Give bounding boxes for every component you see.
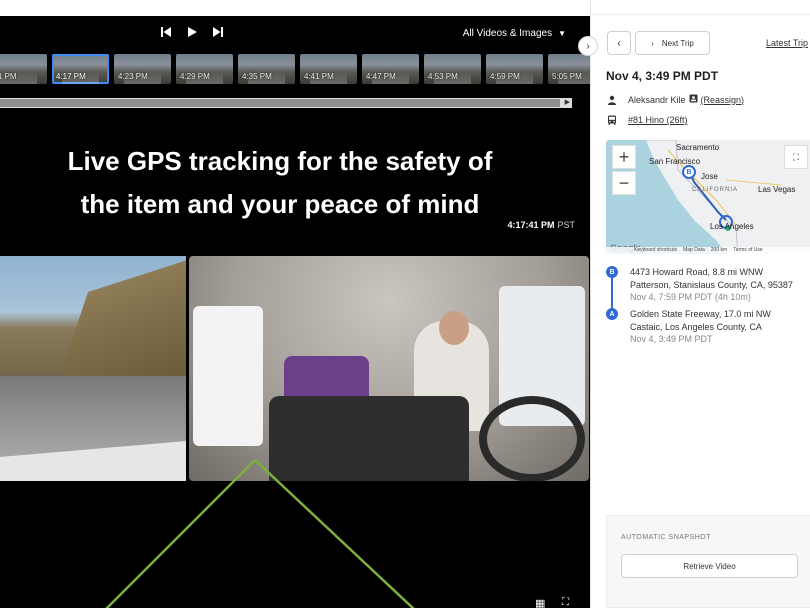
- chevron-left-icon: ‹: [617, 37, 621, 49]
- map-label-san-jose: Jose: [701, 172, 718, 181]
- stop-time: Nov 4, 3:49 PM PDT: [630, 334, 713, 344]
- map-footer: Keyboard shortcuts Map Data 200 km Terms…: [606, 247, 810, 254]
- collapse-panel-button[interactable]: ›: [578, 36, 598, 56]
- guide-line-left: [105, 459, 256, 608]
- video-thumbnail[interactable]: 4:17 PM: [52, 54, 109, 84]
- scrollbar-thumb[interactable]: [0, 99, 560, 107]
- trip-map[interactable]: Sacramento San Francisco B Jose CALIFORN…: [606, 140, 810, 254]
- trip-details-panel: ‹ › Next Trip Latest Trip Nov 4, 3:49 PM…: [590, 0, 810, 608]
- media-filter-dropdown[interactable]: All Videos & Images ▼: [463, 28, 566, 39]
- map-fullscreen-icon[interactable]: ⛶: [784, 145, 808, 169]
- thumbnail-time: 4:35 PM: [242, 72, 272, 81]
- stop-marker-a: A: [606, 308, 618, 320]
- thumbnail-time: 4:59 PM: [490, 72, 520, 81]
- stop-locality: Patterson, Stanislaus County, CA, 95387: [630, 279, 793, 290]
- map-label-california: CALIFORNIA: [692, 187, 739, 193]
- map-zoom-in-button[interactable]: +: [612, 145, 636, 169]
- skip-next-icon[interactable]: [210, 24, 226, 40]
- left-window: [193, 306, 263, 446]
- video-thumbnail[interactable]: 11 PM: [0, 54, 47, 84]
- video-thumbnail[interactable]: 4:29 PM: [176, 54, 233, 84]
- vehicle-link[interactable]: #81 Hino (26ft): [628, 115, 688, 125]
- cabin-camera-view[interactable]: [189, 256, 589, 481]
- seat-headrest: [269, 396, 469, 481]
- stop-time: Nov 4, 7:59 PM PDT (4h 10m): [630, 292, 751, 302]
- map-label-los-angeles: Los Angeles: [710, 222, 754, 231]
- next-trip-button[interactable]: › Next Trip: [635, 31, 710, 55]
- video-thumbnail[interactable]: 4:23 PM: [114, 54, 171, 84]
- thumbnail-strip: 11 PM 4:17 PM 4:23 PM 4:29 PM 4:35 PM 4:41 PM…: [0, 54, 590, 84]
- thumbnail-time: 4:17 PM: [56, 72, 86, 81]
- media-filter-label: All Videos & Images: [462, 28, 553, 39]
- map-canvas: [606, 140, 810, 254]
- stop-address: 4473 Howard Road, 8.8 mi WNW: [630, 267, 764, 277]
- thumbnail-time: 4:47 PM: [366, 72, 396, 81]
- reassign-link[interactable]: (Reassign): [701, 95, 745, 105]
- fullscreen-icon[interactable]: ⛶: [562, 597, 569, 608]
- previous-trip-button[interactable]: ‹: [607, 31, 631, 55]
- grid-layout-icon[interactable]: ▦: [535, 597, 545, 608]
- stop-locality: Castaic, Los Angeles County, CA: [630, 321, 762, 332]
- video-pane: All Videos & Images ▼ 11 PM 4:17 PM 4:23 P…: [0, 0, 590, 608]
- player-controls: [158, 24, 226, 40]
- map-data-link[interactable]: Map Data: [683, 247, 705, 254]
- video-thumbnail[interactable]: 4:35 PM: [238, 54, 295, 84]
- video-thumbnail[interactable]: 5:05 PM: [548, 54, 590, 84]
- timestamp-timezone: PST: [557, 220, 575, 230]
- guide-line-right: [254, 459, 415, 608]
- thumbnail-time: 4:53 PM: [428, 72, 458, 81]
- skip-previous-icon[interactable]: [158, 24, 174, 40]
- person-icon: [606, 95, 618, 105]
- thumbnail-scrollbar[interactable]: ▶: [0, 98, 572, 108]
- vehicle-row: #81 Hino (26ft): [606, 115, 688, 125]
- driver-row: Aleksandr Kile (Reassign): [606, 94, 744, 105]
- panel-divider: [591, 14, 810, 15]
- headline-line-2: the item and your peace of mind: [80, 189, 480, 219]
- map-label-san-francisco: San Francisco: [649, 157, 701, 166]
- terms-link[interactable]: Terms of Use: [733, 247, 762, 254]
- headline-overlay: Live GPS tracking for the safety of the …: [0, 140, 560, 226]
- driver-head: [439, 311, 469, 345]
- hillside: [60, 256, 186, 376]
- thumbnail-time: 4:23 PM: [118, 72, 148, 81]
- play-icon[interactable]: [184, 24, 200, 40]
- map-scale: 200 km: [710, 247, 728, 253]
- map-label-sacramento: Sacramento: [676, 143, 720, 152]
- caret-down-icon: ▼: [558, 29, 566, 38]
- steering-wheel: [479, 396, 585, 481]
- map-marker-b[interactable]: B: [682, 165, 696, 179]
- video-thumbnail[interactable]: 4:59 PM: [486, 54, 543, 84]
- driver-name: Aleksandr Kile: [628, 94, 686, 105]
- map-label-las-vegas: Las Vegas: [758, 185, 796, 194]
- video-timestamp: 4:17:41 PM PST: [507, 220, 575, 230]
- id-badge-icon: [689, 94, 698, 105]
- stop-marker-b: B: [606, 266, 618, 278]
- trip-date: Nov 4, 3:49 PM PDT: [606, 69, 719, 83]
- chevron-right-icon: ›: [586, 40, 590, 52]
- retrieve-video-button[interactable]: Retrieve Video: [621, 554, 798, 578]
- thumbnail-time: 4:29 PM: [180, 72, 210, 81]
- thumbnail-time: 4:41 PM: [304, 72, 334, 81]
- map-zoom-out-button[interactable]: −: [612, 171, 636, 195]
- timestamp-time: 4:17:41 PM: [507, 220, 555, 230]
- keyboard-shortcuts-link[interactable]: Keyboard shortcuts: [634, 247, 677, 254]
- stop-address: Golden State Freeway, 17.0 mi NW: [630, 309, 771, 319]
- chevron-right-icon: ›: [651, 38, 654, 48]
- scroll-right-arrow-icon[interactable]: ▶: [565, 98, 570, 108]
- snapshot-title: AUTOMATIC SNAPSHOT: [621, 534, 712, 541]
- road-camera-view[interactable]: [0, 256, 186, 481]
- video-thumbnail[interactable]: 4:41 PM: [300, 54, 357, 84]
- automatic-snapshot-card: AUTOMATIC SNAPSHOT Retrieve Video: [606, 515, 810, 608]
- thumbnail-time: 5:05 PM: [552, 72, 582, 81]
- top-strip: [0, 0, 590, 16]
- video-thumbnail[interactable]: 4:53 PM: [424, 54, 481, 84]
- headline-line-1: Live GPS tracking for the safety of: [67, 146, 493, 176]
- thumbnail-time: 11 PM: [0, 72, 17, 81]
- video-thumbnail[interactable]: 4:47 PM: [362, 54, 419, 84]
- next-trip-label: Next Trip: [661, 38, 694, 48]
- latest-trip-link[interactable]: Latest Trip: [766, 38, 808, 48]
- bus-icon: [606, 115, 618, 125]
